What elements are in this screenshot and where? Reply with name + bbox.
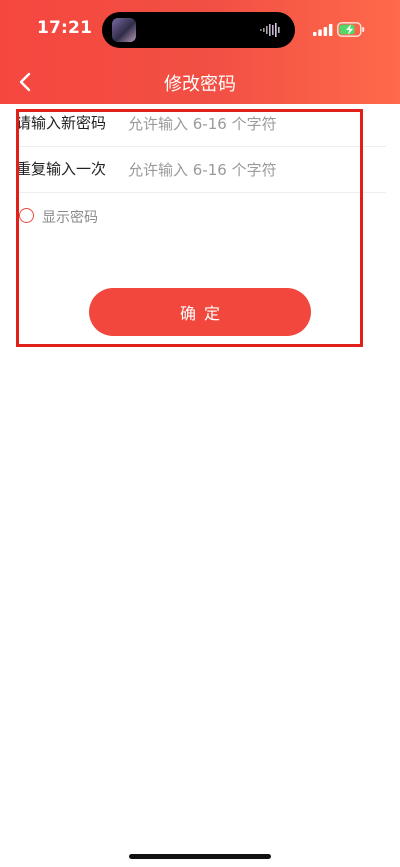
page-title: 修改密码 <box>164 74 236 95</box>
repeat-password-label: 重复输入一次 <box>16 160 107 178</box>
media-thumbnail-icon <box>112 18 136 42</box>
status-time: 17:21 <box>37 18 93 38</box>
status-bar: 17:21 <box>0 0 400 60</box>
new-password-row: 请输入新密码 <box>16 101 386 147</box>
battery-charging-icon <box>337 22 365 37</box>
show-password-label: 显示密码 <box>42 210 98 226</box>
navigation-bar: 修改密码 <box>0 60 400 104</box>
audio-waveform-icon <box>260 23 280 37</box>
confirm-button[interactable]: 确定 <box>89 288 311 336</box>
app-header: 17:21 修改密码 <box>0 0 400 104</box>
radio-unchecked-icon[interactable] <box>19 208 34 223</box>
repeat-password-row: 重复输入一次 <box>16 147 386 193</box>
cellular-signal-icon <box>313 24 333 36</box>
new-password-label: 请输入新密码 <box>16 114 107 132</box>
new-password-input[interactable] <box>128 109 378 139</box>
home-indicator[interactable] <box>129 854 271 859</box>
repeat-password-input[interactable] <box>128 155 378 185</box>
dynamic-island[interactable] <box>102 12 295 48</box>
